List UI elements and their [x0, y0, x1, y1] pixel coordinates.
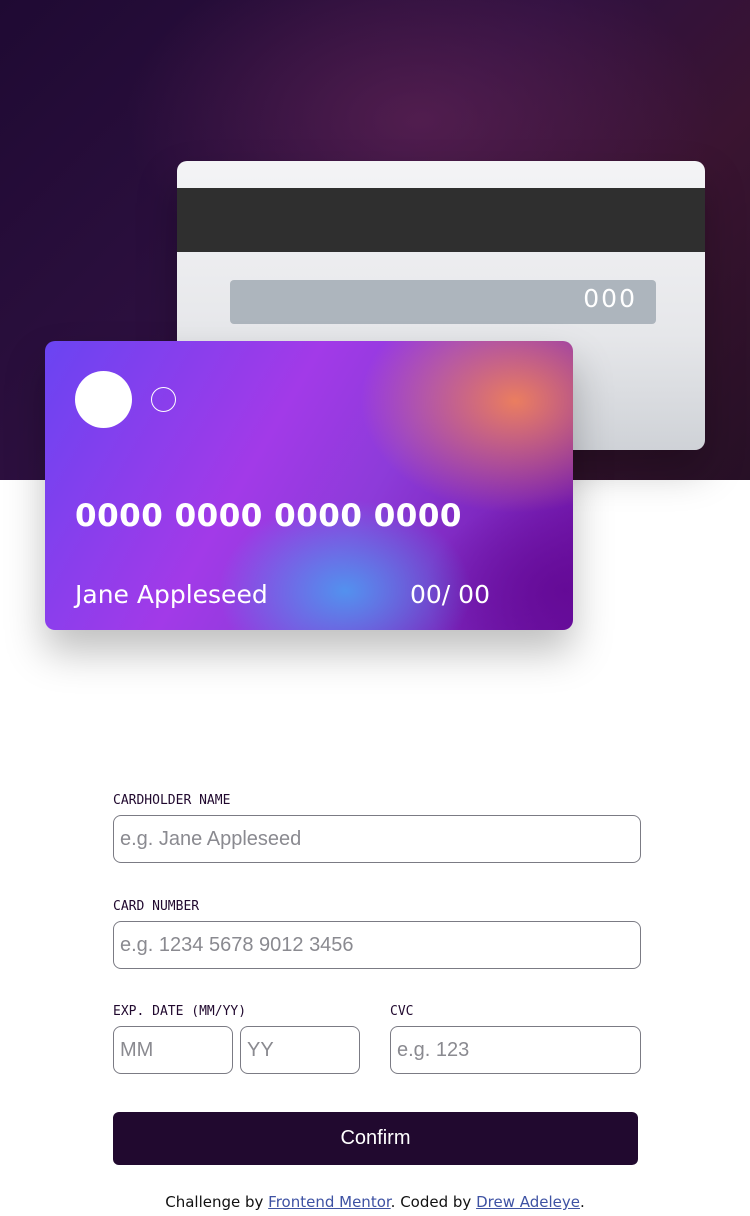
author-link[interactable]: Drew Adeleye	[476, 1193, 580, 1211]
cardholder-name-group: CARDHOLDER NAME	[113, 793, 641, 863]
frontend-mentor-link[interactable]: Frontend Mentor	[268, 1193, 391, 1211]
cardholder-name-label: CARDHOLDER NAME	[113, 793, 231, 808]
cardholder-name-display: Jane Appleseed	[75, 580, 268, 609]
expiry-month-input[interactable]	[113, 1026, 233, 1074]
cvc-group: CVC	[390, 1004, 641, 1074]
card-expiry-display: 00/ 00	[410, 580, 490, 609]
expiry-date-group: EXP. DATE (MM/YY)	[113, 1004, 360, 1074]
attribution-middle: . Coded by	[390, 1193, 477, 1211]
card-logo-outline-circle-icon	[151, 387, 176, 412]
expiry-date-label: EXP. DATE (MM/YY)	[113, 1004, 247, 1019]
cvc-label: CVC	[390, 1004, 414, 1019]
card-logo-filled-circle-icon	[75, 371, 132, 428]
card-number-input[interactable]	[113, 921, 641, 969]
expiry-year-input[interactable]	[240, 1026, 360, 1074]
attribution-suffix: .	[579, 1193, 585, 1211]
card-front: 0000 0000 0000 0000 Jane Appleseed 00/ 0…	[45, 341, 573, 630]
attribution-prefix: Challenge by	[165, 1193, 269, 1211]
magnetic-stripe	[177, 188, 705, 252]
card-number-group: CARD NUMBER	[113, 899, 641, 969]
card-number-label: CARD NUMBER	[113, 899, 200, 914]
confirm-button[interactable]: Confirm	[113, 1112, 638, 1165]
attribution-footer: Challenge by Frontend Mentor. Coded by D…	[0, 1193, 750, 1211]
cardholder-name-input[interactable]	[113, 815, 641, 863]
cvc-input[interactable]	[390, 1026, 641, 1074]
card-number-display: 0000 0000 0000 0000	[75, 498, 462, 534]
card-cvc: 000	[583, 284, 637, 313]
signature-strip: 000	[230, 280, 656, 324]
